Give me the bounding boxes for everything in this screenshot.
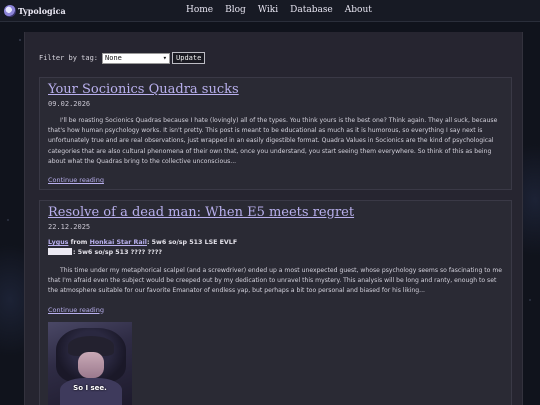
update-button[interactable]: Update xyxy=(172,52,206,64)
content-panel: Filter by tag: None ▾ Update Your Socion… xyxy=(24,32,523,405)
nav-wiki[interactable]: Wiki xyxy=(258,5,278,15)
post-date: 09.02.2026 xyxy=(48,100,91,108)
post-date: 22.12.2025 xyxy=(48,223,91,231)
blog-post-card: Your Socionics Quadra sucks 09.02.2026 I… xyxy=(39,77,512,190)
chevron-down-icon: ▾ xyxy=(162,54,168,62)
post-excerpt: This time under my metaphorical scalpel … xyxy=(48,267,502,295)
character-link[interactable]: Lygus xyxy=(48,239,68,246)
image-caption: So I see. xyxy=(73,383,107,392)
meta-from: from xyxy=(70,239,88,246)
main-nav: Home Blog Wiki Database About xyxy=(186,5,384,15)
source-link[interactable]: Honkai Star Rail xyxy=(90,239,147,246)
continue-reading-link[interactable]: Continue reading xyxy=(48,176,104,184)
post-typing-meta: Lygus from Honkai Star Rail: 5w6 so/sp 5… xyxy=(48,238,503,258)
continue-reading-link[interactable]: Continue reading xyxy=(48,306,104,314)
redacted-label xyxy=(48,248,72,255)
typing-2: : 5w6 so/sp 513 ???? ???? xyxy=(73,249,163,256)
tag-select-value: None xyxy=(105,54,122,62)
typing-line-2: : 5w6 so/sp 513 ???? ???? xyxy=(48,248,503,258)
nav-home[interactable]: Home xyxy=(186,5,213,15)
post-excerpt: I'll be roasting Socionics Quadras becau… xyxy=(48,117,498,165)
post-thumbnail-image: So I see. xyxy=(48,321,132,405)
post-title-link[interactable]: Resolve of a dead man: When E5 meets reg… xyxy=(48,205,503,220)
nav-about[interactable]: About xyxy=(345,5,372,15)
nav-blog[interactable]: Blog xyxy=(225,5,246,15)
logo-icon xyxy=(4,5,16,17)
post-title-link[interactable]: Your Socionics Quadra sucks xyxy=(48,82,503,97)
brand[interactable]: Typologica xyxy=(4,4,66,18)
nav-database[interactable]: Database xyxy=(290,5,333,15)
top-navbar: Typologica Home Blog Wiki Database About xyxy=(0,0,540,22)
tag-select[interactable]: None ▾ xyxy=(102,52,171,64)
filter-label: Filter by tag: xyxy=(39,54,99,62)
blog-post-card: Resolve of a dead man: When E5 meets reg… xyxy=(39,200,512,405)
typing-line-1: Lygus from Honkai Star Rail: 5w6 so/sp 5… xyxy=(48,238,503,248)
tag-filter: Filter by tag: None ▾ Update xyxy=(39,52,206,64)
typing-1: : 5w6 so/sp 513 LSE EVLF xyxy=(146,239,238,246)
brand-name: Typologica xyxy=(18,6,66,16)
